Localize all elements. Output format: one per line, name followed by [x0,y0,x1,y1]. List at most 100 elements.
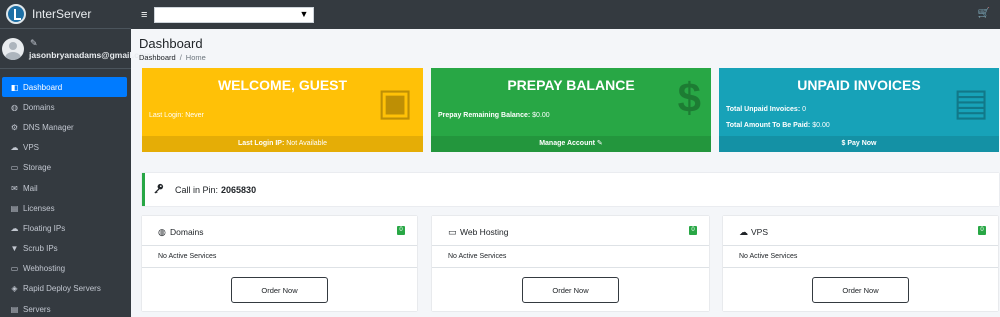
prepay-remaining: Prepay Remaining Balance: $0.00 [438,112,550,119]
total-amount-due-value: $0.00 [812,122,830,129]
last-login-ip-label: Last Login IP: [238,140,285,147]
unpaid-invoices-box: UNPAID INVOICES Total Unpaid Invoices: 0… [719,68,999,152]
sidebar-item-label: Licenses [23,203,55,213]
card-title: VPS [751,227,769,237]
order-vps-button[interactable]: Order Now [812,277,909,303]
sidebar-item-webhosting[interactable]: ▭ Webhosting [0,259,131,279]
storage-icon: ▭ [10,163,19,173]
sidebar-item-label: Mail [23,183,38,193]
count-badge: 0 [689,226,697,235]
id-card-icon: ▣ [377,82,413,124]
page-title: Dashboard [139,36,203,51]
order-domains-button[interactable]: Order Now [231,277,328,303]
cart-icon[interactable]: 🛒 [978,8,990,19]
order-web-hosting-button[interactable]: Order Now [522,277,619,303]
manage-account-link[interactable]: Manage Account ✎ [431,136,711,152]
interserver-logo-icon [6,4,26,24]
card-header: ▭ Web Hosting 0 [432,216,709,246]
service-status: No Active Services [739,253,798,260]
total-amount-due-label: Total Amount To Be Paid: [726,122,811,129]
sidebar-item-label: Dashboard [23,82,63,92]
envelope-icon: ✉ [11,183,18,193]
user-panel: ✎ jasonbryanadams@gmail.com [0,29,152,69]
prepay-remaining-value: $0.00 [532,112,550,119]
document-icon: ▤ [953,82,989,124]
sidebar-item-mail[interactable]: ✉ Mail [0,178,131,198]
domains-card: ◍ Domains 0 No Active Services Order Now [142,216,417,311]
sidebar-item-rapid-deploy-servers[interactable]: ◈ Rapid Deploy Servers [0,279,131,299]
prepay-balance-box: PREPAY BALANCE Prepay Remaining Balance:… [431,68,711,152]
topbar: ≡ ▼ 🛒 [131,0,1000,29]
card-header: ◍ Domains 0 [142,216,417,246]
pencil-icon: ✎ [596,140,603,147]
sidebar-item-domains[interactable]: ◍ Domains [0,97,131,117]
sidebar-item-label: DNS Manager [23,122,74,132]
sidebar-item-label: Servers [23,304,51,314]
prepay-remaining-label: Prepay Remaining Balance: [438,112,531,119]
sidebar-item-servers[interactable]: ▤ Servers [0,299,131,317]
call-in-pin-value: 2065830 [221,184,257,195]
key-icon [153,183,164,197]
chevron-down-icon: ▼ [299,8,309,19]
sidebar-item-scrub-ips[interactable]: ▼ Scrub IPs [0,239,131,259]
sidebar-item-dns-manager[interactable]: ⚙ DNS Manager [0,117,131,137]
dashboard-icon: ◧ [10,82,19,92]
brand-name: InterServer [32,7,92,21]
sidebar-nav: ◧ Dashboard ◍ Domains ⚙ DNS Manager ☁ VP… [0,77,131,317]
call-in-pin-label: Call in Pin: [175,184,219,195]
sidebar-item-label: Storage [23,163,52,173]
count-badge: 0 [397,226,405,235]
divider [142,267,417,268]
card-title: Web Hosting [460,227,509,237]
sidebar-item-floating-ips[interactable]: ☁ Floating IPs [0,218,131,238]
pencil-icon[interactable]: ✎ [30,38,38,49]
last-login-ip: Last Login IP: Not Available [142,136,423,152]
dollar-icon: $ [677,74,701,121]
sidebar-item-label: VPS [23,143,40,153]
globe-icon: ◍ [11,102,18,112]
main-content: Dashboard Dashboard / Home WELCOME, GUEST … [131,29,1000,317]
sidebar: InterServer ✎ jasonbryanadams@gmail.com … [0,0,152,317]
cloud-ip-icon: ☁ [10,223,19,233]
sidebar-item-licenses[interactable]: ▤ Licenses [0,198,131,218]
window-icon: ▭ [448,227,457,237]
last-login-ip-value: Not Available [286,140,327,147]
sidebar-item-vps[interactable]: ☁ VPS [0,138,131,158]
brand[interactable]: InterServer [0,0,131,29]
avatar[interactable] [2,37,24,60]
sidebar-item-label: Floating IPs [23,223,66,233]
hamburger-menu-icon[interactable]: ≡ [141,9,147,21]
breadcrumb-dashboard[interactable]: Dashboard [139,53,176,62]
sidebar-item-label: Domains [23,102,55,112]
call-in-pin-bar: Call in Pin: 2065830 [142,173,999,206]
last-login: Last Login: Never [149,112,204,119]
sidebar-item-storage[interactable]: ▭ Storage [0,158,131,178]
manage-account-label: Manage Account [539,140,595,147]
sidebar-item-label: Scrub IPs [23,244,58,254]
prepay-title: PREPAY BALANCE [507,77,635,93]
globe-icon: ◍ [158,227,166,237]
sidebar-item-dashboard[interactable]: ◧ Dashboard [2,77,127,98]
web-hosting-card: ▭ Web Hosting 0 No Active Services Order… [432,216,709,311]
cloud-icon: ☁ [739,227,748,237]
pay-now-label: $ Pay Now [841,140,877,147]
service-select[interactable]: ▼ [154,6,315,23]
wrench-icon: ⚙ [10,122,19,132]
license-icon: ▤ [10,203,19,213]
breadcrumb-separator: / [179,53,182,62]
rocket-icon: ◈ [11,284,18,294]
welcome-box: WELCOME, GUEST Last Login: Never ▣ Last … [142,68,423,152]
divider [723,267,998,268]
sidebar-item-label: Rapid Deploy Servers [23,284,101,294]
server-icon: ▤ [10,304,19,314]
filter-icon: ▼ [10,244,19,254]
service-status: No Active Services [448,253,507,260]
total-unpaid-invoices-label: Total Unpaid Invoices: [726,106,801,113]
count-badge: 0 [978,226,986,235]
breadcrumb: Dashboard / Home [139,53,206,62]
service-status: No Active Services [158,253,217,260]
card-header: ☁ VPS 0 [723,216,998,246]
breadcrumb-home: Home [185,53,206,62]
pay-now-link[interactable]: $ Pay Now [719,136,999,152]
sidebar-item-label: Webhosting [23,264,66,274]
